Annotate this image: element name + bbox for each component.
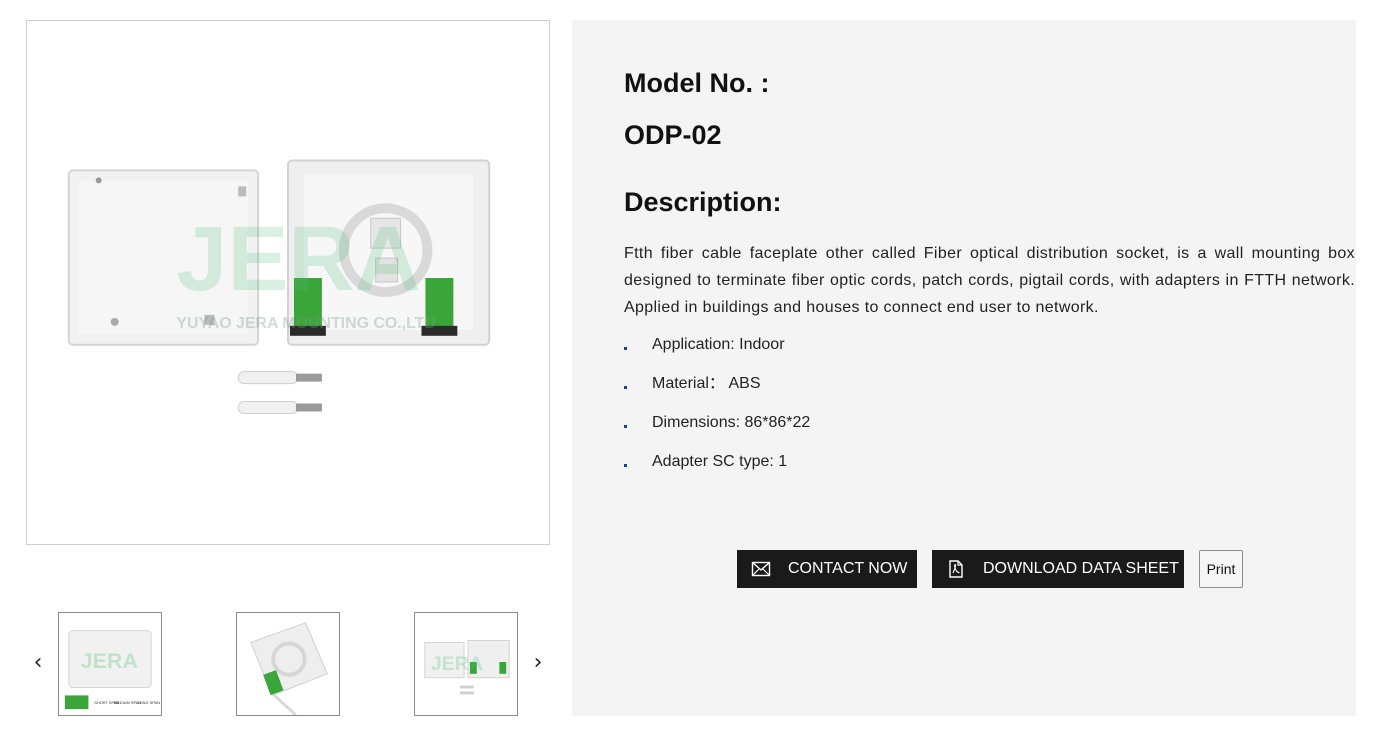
spec-list: Application: Indoor Material： ABS Dimens…: [624, 332, 810, 488]
pdf-file-icon: [949, 560, 963, 578]
thumbnail-2-image: [250, 622, 328, 715]
bullet-icon: [624, 347, 627, 350]
thumbnail-1-image: JERA SHORT SPAN MEDIUM SPAN LONG SPAN: [64, 630, 160, 710]
svg-text:JERA: JERA: [431, 653, 483, 675]
main-product-image[interactable]: JERA YUYAO JERA MOUNTING CO.,LTD: [26, 20, 550, 545]
thumbnail-1[interactable]: JERA SHORT SPAN MEDIUM SPAN LONG SPAN: [58, 612, 162, 716]
download-data-sheet-button[interactable]: DOWNLOAD DATA SHEET: [932, 550, 1184, 588]
svg-text:JERA: JERA: [81, 648, 139, 673]
spec-item-material: Material： ABS: [624, 371, 810, 410]
thumbnail-3[interactable]: JERA: [414, 612, 518, 716]
print-button[interactable]: Print: [1199, 550, 1243, 588]
bullet-icon: [624, 425, 627, 428]
download-data-sheet-label: DOWNLOAD DATA SHEET: [983, 560, 1179, 577]
product-info-panel: Model No. : ODP-02 Description: Ftth fib…: [572, 20, 1356, 716]
spec-text: Material： ABS: [652, 375, 761, 392]
bullet-icon: [624, 464, 627, 467]
contact-now-button[interactable]: CONTACT NOW: [737, 550, 917, 588]
spec-text: Adapter SC type: 1: [652, 453, 788, 470]
contact-now-label: CONTACT NOW: [788, 560, 908, 577]
bullet-icon: [624, 386, 627, 389]
spec-text: Dimensions: 86*86*22: [652, 414, 811, 431]
svg-text:JERA: JERA: [176, 208, 420, 310]
envelope-icon: [751, 561, 771, 577]
thumbnail-2[interactable]: [236, 612, 340, 716]
svg-text:LONG SPAN: LONG SPAN: [137, 700, 160, 705]
model-number-value: ODP-02: [624, 120, 722, 150]
spec-item-adapter: Adapter SC type: 1: [624, 449, 810, 488]
description-heading: Description:: [624, 187, 782, 217]
spec-item-application: Application: Indoor: [624, 332, 810, 371]
spec-item-dimensions: Dimensions: 86*86*22: [624, 410, 810, 449]
thumbnail-next-arrow[interactable]: ›: [526, 648, 550, 678]
thumbnail-3-image: JERA: [424, 639, 510, 695]
thumbnail-prev-arrow[interactable]: ‹: [26, 648, 50, 678]
svg-text:YUYAO JERA MOUNTING CO.,LTD: YUYAO JERA MOUNTING CO.,LTD: [176, 315, 435, 332]
spec-text: Application: Indoor: [652, 336, 785, 353]
product-photo-illustration: JERA YUYAO JERA MOUNTING CO.,LTD: [67, 159, 491, 414]
model-number-label: Model No. :: [624, 68, 770, 98]
description-paragraph: Ftth fiber cable faceplate other called …: [624, 245, 1355, 316]
